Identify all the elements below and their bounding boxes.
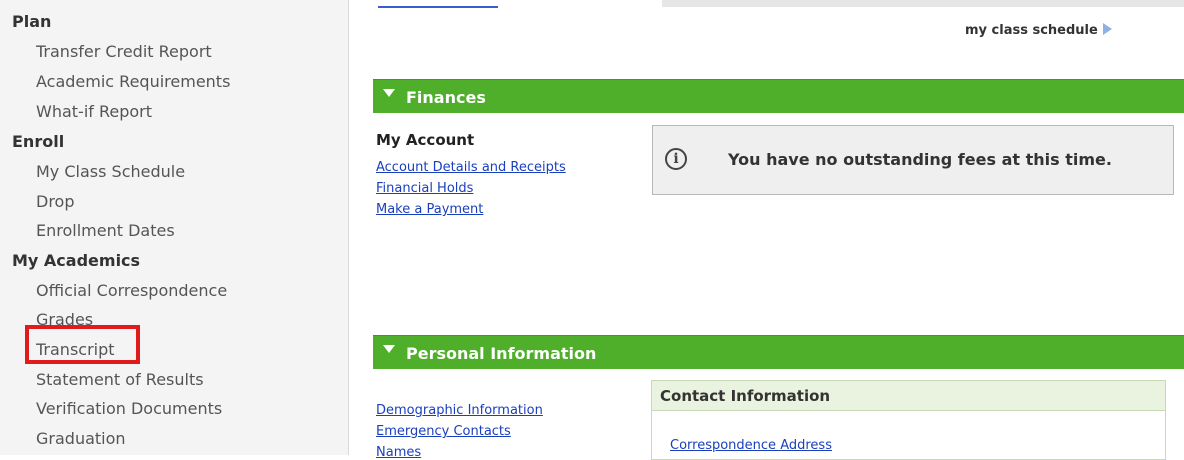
sidebar-item-enrollment-dates[interactable]: Enrollment Dates [36,221,175,240]
personal-information-title: Personal Information [406,344,597,363]
info-icon: i [665,148,687,170]
cut-off-link[interactable] [378,0,498,8]
account-details-link[interactable]: Account Details and Receipts [376,160,566,175]
sidebar-item-transfer-credit-report[interactable]: Transfer Credit Report [36,42,212,61]
triangle-down-icon [383,345,395,353]
finances-title: Finances [406,88,486,107]
play-arrow-icon [1102,23,1112,35]
sidebar-item-drop[interactable]: Drop [36,192,75,211]
demographic-information-link[interactable]: Demographic Information [376,403,543,418]
sidebar-item-statement-of-results[interactable]: Statement of Results [36,370,204,389]
my-class-schedule-label: my class schedule [965,23,1098,38]
my-account-heading: My Account [376,131,475,149]
personal-information-section-header[interactable]: Personal Information [373,335,1184,369]
finances-section-header[interactable]: Finances [373,79,1184,113]
sidebar-item-graduation[interactable]: Graduation [36,429,126,448]
sidebar-heading-enroll: Enroll [12,132,65,151]
sidebar-item-my-class-schedule[interactable]: My Class Schedule [36,162,185,181]
top-panel-edge [662,0,1184,7]
triangle-down-icon [383,89,395,97]
sidebar-item-official-correspondence[interactable]: Official Correspondence [36,281,227,300]
contact-information-panel: Contact Information Correspondence Addre… [651,380,1166,460]
no-fees-notice: i You have no outstanding fees at this t… [652,125,1174,195]
correspondence-address-link[interactable]: Correspondence Address [670,438,832,453]
transcript-highlight-box [25,325,140,364]
notice-message: You have no outstanding fees at this tim… [728,150,1112,169]
contact-information-title: Contact Information [660,387,831,405]
contact-information-header: Contact Information [652,381,1165,411]
my-class-schedule-link[interactable]: my class schedule [965,23,1112,38]
sidebar-item-verification-documents[interactable]: Verification Documents [36,399,222,418]
sidebar-item-what-if-report[interactable]: What-if Report [36,102,152,121]
sidebar-item-academic-requirements[interactable]: Academic Requirements [36,72,230,91]
financial-holds-link[interactable]: Financial Holds [376,181,473,196]
sidebar-heading-my-academics: My Academics [12,251,141,270]
make-a-payment-link[interactable]: Make a Payment [376,202,483,217]
sidebar-heading-plan: Plan [12,12,52,31]
emergency-contacts-link[interactable]: Emergency Contacts [376,424,511,439]
names-link[interactable]: Names [376,445,421,460]
sidebar: Plan Transfer Credit Report Academic Req… [0,0,349,455]
